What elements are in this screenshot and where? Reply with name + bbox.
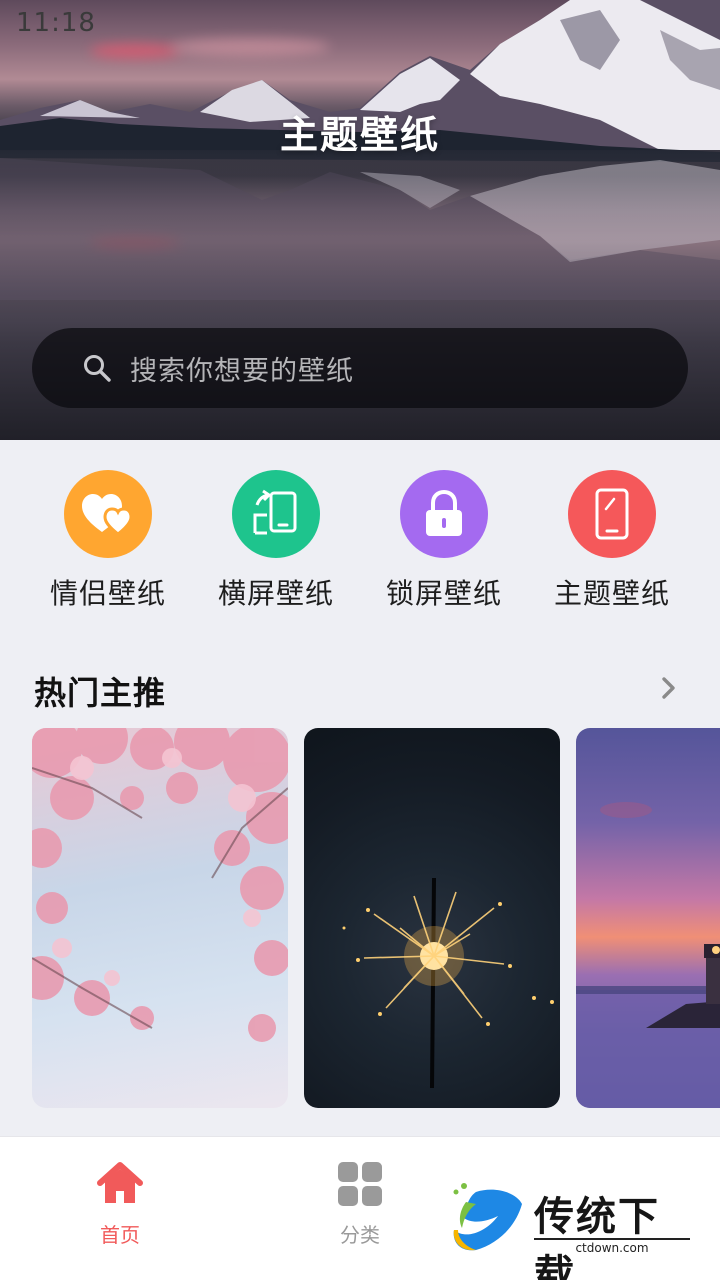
header-banner: 11:18 主题壁纸 搜索你想要的壁纸	[0, 0, 720, 440]
tab-home[interactable]: 首页	[60, 1161, 180, 1248]
watermark-text: 传统下载	[534, 1194, 660, 1280]
home-icon	[97, 1162, 143, 1203]
chevron-right-icon[interactable]	[656, 674, 682, 702]
watermark-logo: 传统下载 ctdown.com	[446, 1180, 696, 1280]
category-label: 主题壁纸	[553, 577, 670, 610]
category-couple-wallpaper[interactable]: 情侣壁纸	[24, 470, 192, 612]
category-lockscreen-wallpaper[interactable]: 锁屏壁纸	[360, 470, 528, 612]
watermark-url: ctdown.com	[534, 1238, 690, 1256]
category-theme-wallpaper[interactable]: 主题壁纸	[528, 470, 696, 612]
page-title: 主题壁纸	[279, 113, 440, 157]
lock-icon	[400, 470, 488, 558]
cherry-blossom-image	[32, 728, 288, 1042]
search-placeholder: 搜索你想要的壁纸	[130, 355, 354, 387]
watermark-emblem-icon	[453, 1183, 522, 1251]
tab-label: 分类	[340, 1223, 380, 1247]
sparkler-image	[342, 877, 554, 1089]
status-time: 11:18	[16, 8, 96, 38]
grid-icon	[338, 1162, 382, 1206]
category-landscape-wallpaper[interactable]: 横屏壁纸	[192, 470, 360, 612]
search-icon	[84, 355, 111, 382]
search-bar[interactable]: 搜索你想要的壁纸	[32, 328, 688, 408]
category-label: 情侣壁纸	[49, 577, 166, 610]
tab-categories[interactable]: 分类	[300, 1161, 420, 1248]
tab-label: 首页	[100, 1223, 140, 1247]
hearts-icon	[64, 470, 152, 558]
phone-icon	[568, 470, 656, 558]
category-label: 横屏壁纸	[217, 577, 334, 610]
category-row: 情侣壁纸 横屏壁纸 锁屏壁纸 主题壁纸	[0, 470, 720, 610]
app-screen: 11:18 主题壁纸 搜索你想要的壁纸 情侣壁纸 横屏壁纸 锁屏壁纸 主题壁纸 …	[0, 0, 720, 1280]
category-label: 锁屏壁纸	[385, 577, 502, 610]
section-title-hot: 热门主推	[34, 674, 167, 712]
wallpaper-card-lighthouse[interactable]	[576, 728, 720, 1108]
wallpaper-card-sparkler[interactable]	[304, 728, 560, 1108]
lighthouse-sunset-image	[576, 802, 720, 1108]
wallpaper-card-cherry-blossom[interactable]	[32, 728, 288, 1108]
rotate-phone-icon	[232, 470, 320, 558]
